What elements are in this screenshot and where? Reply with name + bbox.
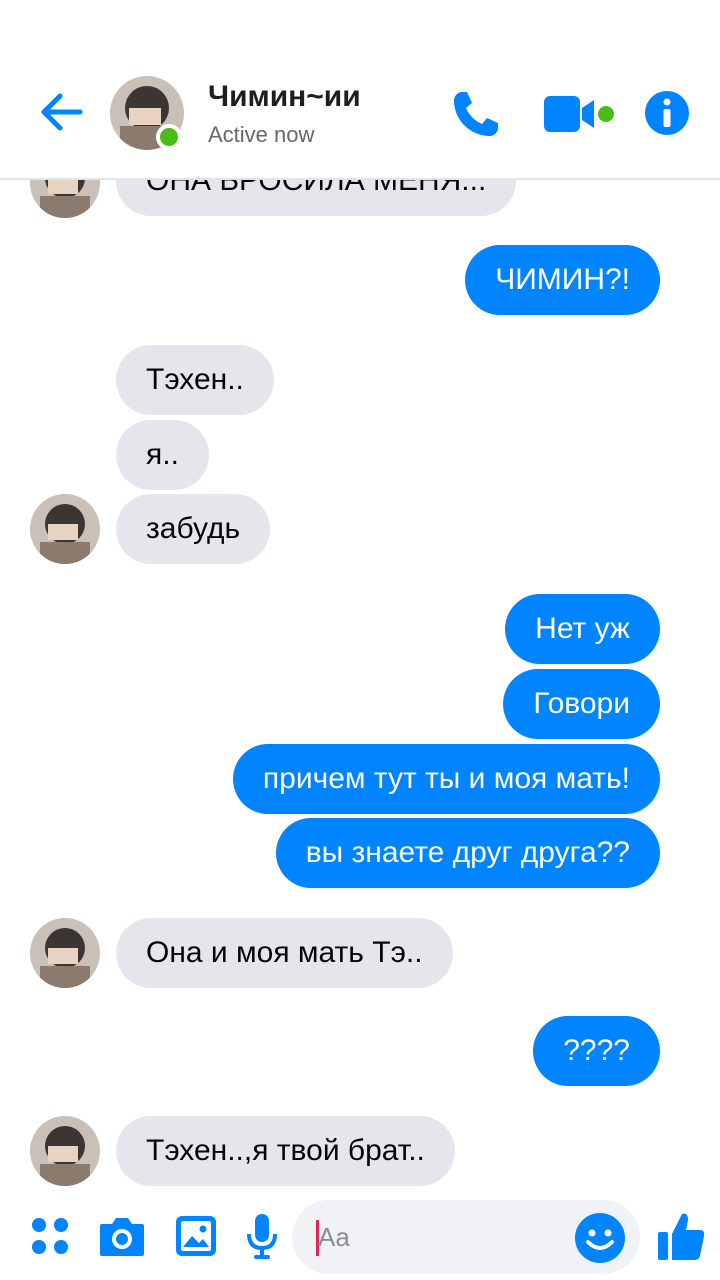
- message-bubble-incoming[interactable]: я..: [116, 420, 209, 490]
- camera-icon[interactable]: [98, 1214, 146, 1258]
- message-input-placeholder: Aa: [318, 1222, 350, 1252]
- message-bubble-incoming[interactable]: Тэхен..: [116, 345, 274, 415]
- contact-name[interactable]: Чимин~ии: [208, 80, 361, 114]
- back-arrow-icon[interactable]: [38, 88, 86, 136]
- contact-avatar[interactable]: [30, 494, 100, 564]
- image-icon[interactable]: [174, 1214, 218, 1258]
- thumbs-up-icon[interactable]: [656, 1210, 706, 1262]
- microphone-icon[interactable]: [246, 1212, 278, 1260]
- phone-icon[interactable]: [448, 86, 504, 142]
- message-thread: ОНА БРОСИЛА МЕНЯ... ЧИМИН?! Тэхен.. я.. …: [0, 0, 720, 1280]
- info-icon[interactable]: [644, 90, 690, 136]
- message-bubble-outgoing[interactable]: причем тут ты и моя мать!: [232, 744, 660, 814]
- message-bubble-outgoing[interactable]: Нет уж: [505, 594, 660, 664]
- emoji-icon[interactable]: [574, 1212, 626, 1264]
- message-bubble-outgoing[interactable]: Говори: [503, 669, 660, 739]
- message-bubble-incoming[interactable]: забудь: [116, 494, 271, 564]
- menu-dots-icon[interactable]: [30, 1216, 70, 1256]
- contact-avatar[interactable]: [30, 1116, 100, 1186]
- contact-status: Active now: [208, 122, 315, 147]
- message-bubble-outgoing[interactable]: ЧИМИН?!: [465, 245, 660, 315]
- video-camera-icon[interactable]: [544, 94, 614, 134]
- chat-header: Чимин~ии Active now: [0, 0, 720, 180]
- contact-avatar[interactable]: [30, 918, 100, 988]
- message-bubble-outgoing[interactable]: ????: [533, 1016, 660, 1086]
- message-bubble-incoming[interactable]: Тэхен..,я твой брат..: [116, 1116, 455, 1186]
- message-bubble-incoming[interactable]: Она и моя мать Тэ..: [116, 918, 453, 988]
- online-status-dot: [156, 124, 182, 150]
- message-bubble-outgoing[interactable]: вы знаете друг друга??: [275, 818, 660, 888]
